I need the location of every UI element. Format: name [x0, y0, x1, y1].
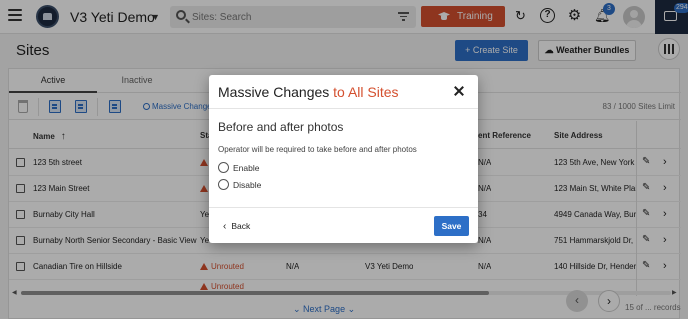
back-button[interactable]: ‹ Back — [223, 221, 250, 232]
dialog-title: Massive Changes to All Sites — [218, 84, 399, 100]
dialog-divider — [209, 207, 478, 208]
chevron-left-icon: ‹ — [223, 221, 227, 232]
enable-radio[interactable] — [218, 162, 229, 173]
enable-label[interactable]: Enable — [233, 163, 259, 173]
section-description: Operator will be required to take before… — [218, 145, 417, 154]
close-icon[interactable] — [453, 85, 465, 97]
disable-label[interactable]: Disable — [233, 180, 261, 190]
disable-radio[interactable] — [218, 179, 229, 190]
dialog-header: Massive Changes to All Sites — [209, 75, 478, 109]
massive-changes-dialog: Massive Changes to All Sites Before and … — [209, 75, 478, 243]
section-title: Before and after photos — [218, 120, 344, 134]
save-button[interactable]: Save — [434, 216, 469, 236]
